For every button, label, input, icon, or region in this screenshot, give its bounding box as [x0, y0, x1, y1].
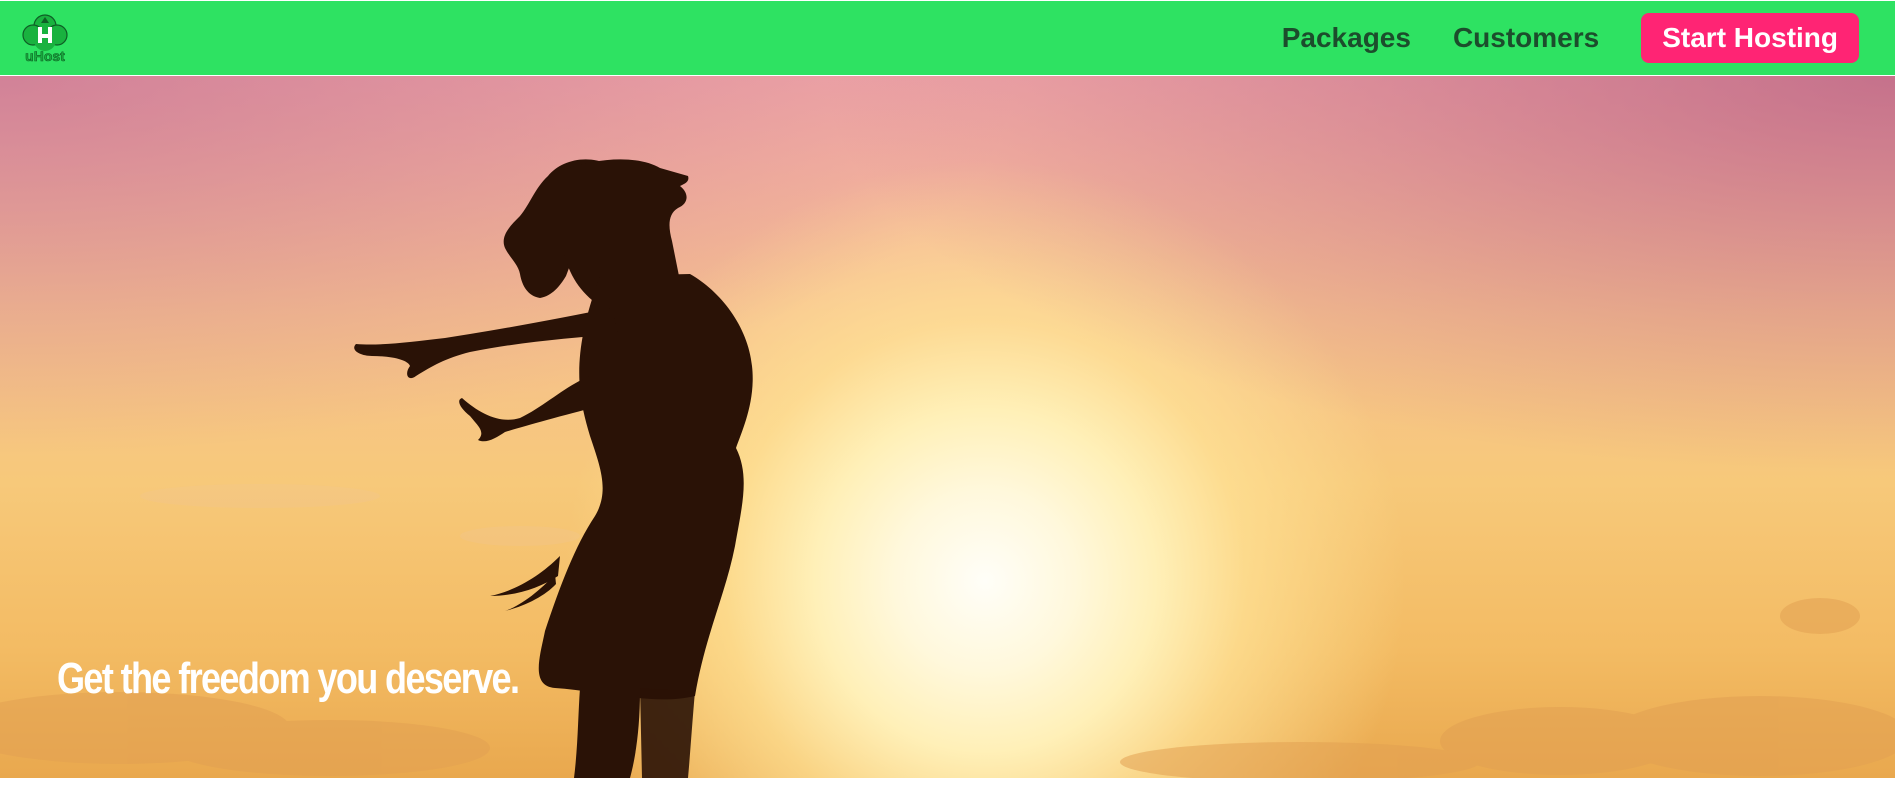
main-nav: Packages Customers Start Hosting — [1282, 13, 1859, 63]
cloud-upload-icon — [22, 14, 68, 51]
nav-link-customers[interactable]: Customers — [1453, 22, 1599, 54]
logo-link[interactable]: uHost — [18, 11, 72, 65]
uhost-logo: uHost — [22, 14, 68, 64]
start-hosting-button[interactable]: Start Hosting — [1641, 13, 1859, 63]
main-header: uHost Packages Customers Start Hosting — [0, 1, 1895, 75]
hero-section: Get the freedom you deserve. — [0, 76, 1895, 778]
hero-title: Get the freedom you deserve. — [57, 654, 520, 703]
logo-text: uHost — [25, 48, 65, 64]
nav-link-packages[interactable]: Packages — [1282, 22, 1411, 54]
